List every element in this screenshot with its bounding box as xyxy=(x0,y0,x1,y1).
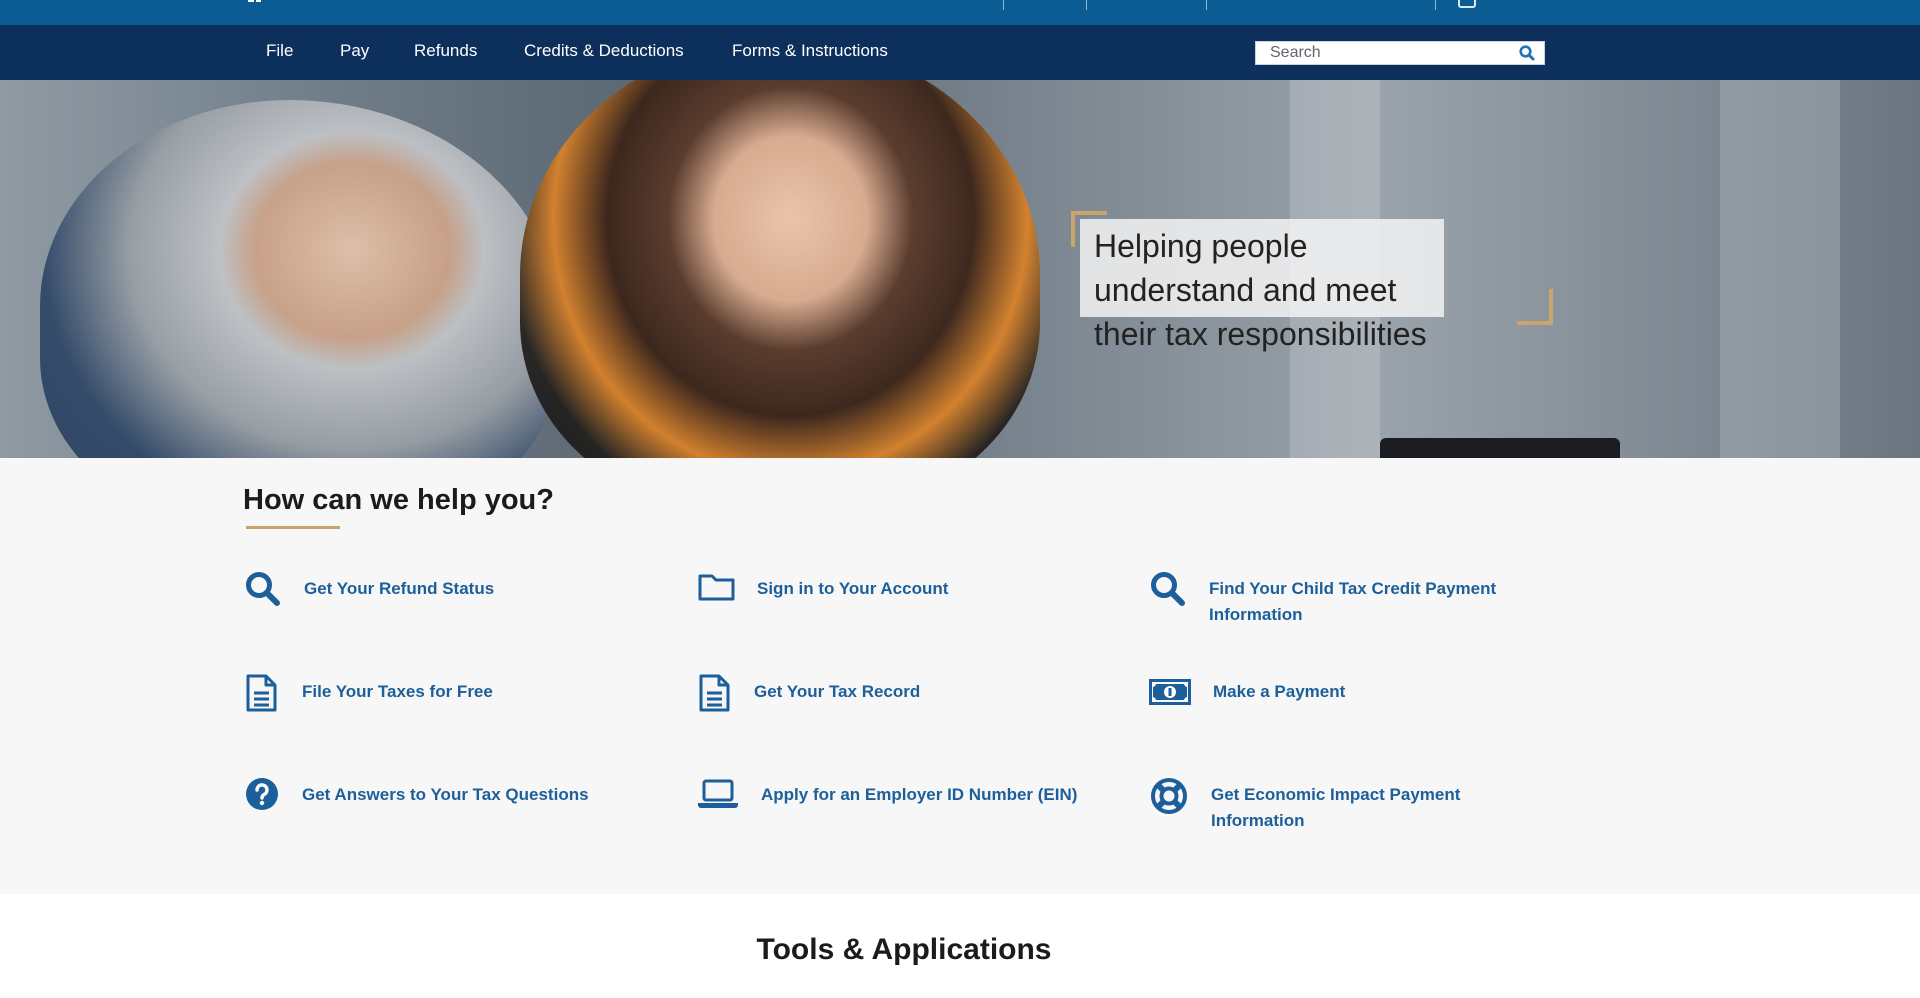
nav-item-refunds[interactable]: Refunds xyxy=(414,25,477,80)
search-button[interactable] xyxy=(1518,44,1536,62)
help-link-label: Get Your Refund Status xyxy=(304,579,495,598)
help-link-label: Get Economic Impact Payment Information xyxy=(1211,785,1461,830)
main-nav: File Pay Refunds Credits & Deductions Fo… xyxy=(0,25,1920,80)
hero-tagline: Helping people understand and meet their… xyxy=(1080,219,1444,352)
irs-logo[interactable] xyxy=(248,0,358,6)
hero-photo-laptop xyxy=(1380,438,1620,458)
money-icon xyxy=(1149,679,1191,712)
life-ring-icon xyxy=(1149,776,1189,821)
nav-item-credits-deductions[interactable]: Credits & Deductions xyxy=(524,25,684,80)
document-icon xyxy=(697,673,733,718)
help-section: How can we help you? Get Your Refund Sta… xyxy=(0,458,1920,894)
help-title: How can we help you? xyxy=(243,484,554,516)
nav-item-forms-instructions[interactable]: Forms & Instructions xyxy=(732,25,888,80)
utility-divider xyxy=(1206,0,1207,10)
utility-divider xyxy=(1086,0,1087,10)
help-link-label: Get Answers to Your Tax Questions xyxy=(302,785,589,804)
tagline-bracket-bottom-right xyxy=(1517,289,1553,325)
help-link-label: Get Your Tax Record xyxy=(754,682,921,701)
hero-banner xyxy=(0,80,1920,458)
nav-item-pay[interactable]: Pay xyxy=(340,25,369,80)
help-link-label: Apply for an Employer ID Number (EIN) xyxy=(761,785,1078,804)
search-icon xyxy=(1149,570,1189,615)
hero-photo-person xyxy=(40,100,560,458)
search-icon xyxy=(244,570,284,615)
utility-divider xyxy=(1435,0,1436,10)
tools-title: Tools & Applications xyxy=(756,933,1052,966)
search-icon xyxy=(1519,45,1535,61)
help-link-label: Find Your Child Tax Credit Payment Infor… xyxy=(1209,579,1497,624)
nav-item-file[interactable]: File xyxy=(266,25,293,80)
title-underline xyxy=(246,526,340,529)
hero-background-window xyxy=(1720,80,1840,458)
hero-photo-person xyxy=(520,80,1040,458)
top-utility-bar xyxy=(0,0,1920,25)
help-link-label: Sign in to Your Account xyxy=(757,579,949,598)
help-link-label: File Your Taxes for Free xyxy=(302,682,493,701)
sign-in-icon[interactable] xyxy=(1458,0,1476,8)
laptop-icon xyxy=(697,778,739,815)
search-input[interactable] xyxy=(1256,42,1506,64)
utility-divider xyxy=(1003,0,1004,10)
question-circle-icon xyxy=(244,776,280,817)
document-icon xyxy=(244,673,280,718)
help-link-label: Make a Payment xyxy=(1213,682,1346,701)
folder-icon xyxy=(697,570,737,609)
search-box xyxy=(1255,41,1545,65)
